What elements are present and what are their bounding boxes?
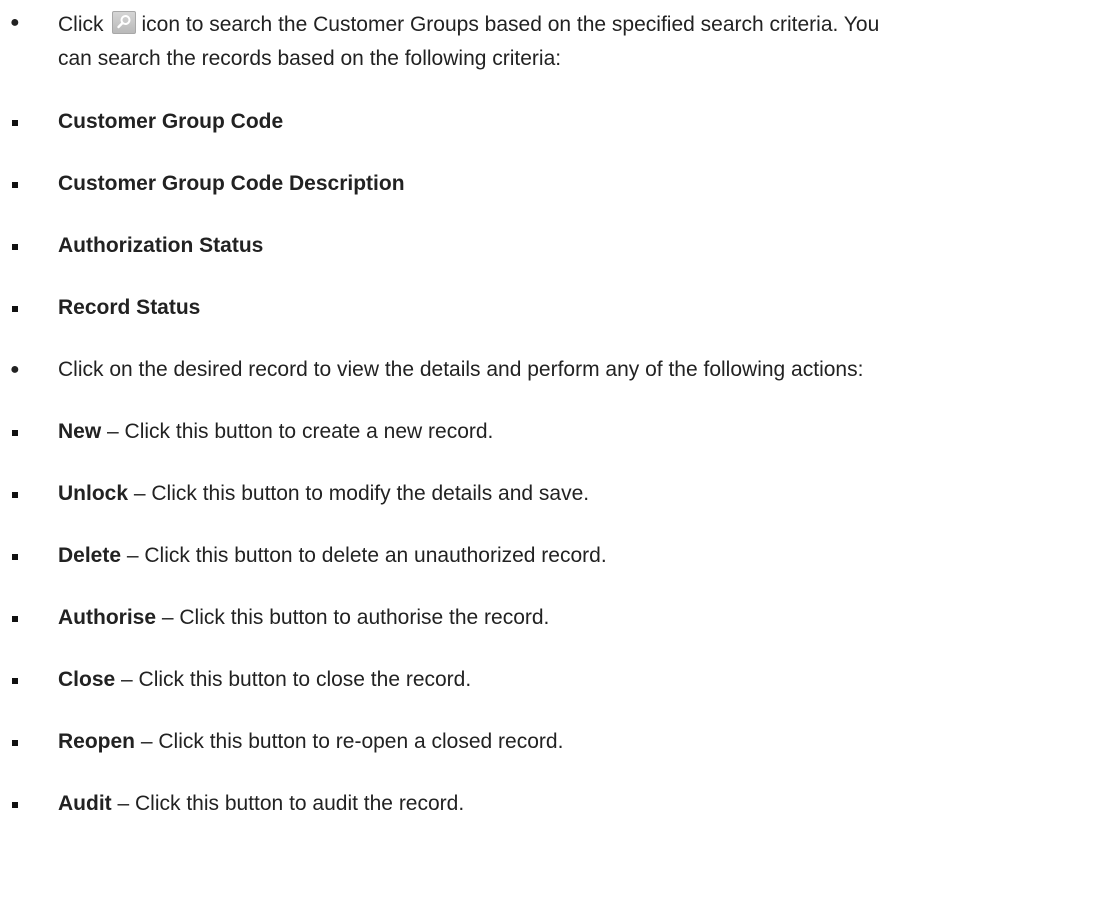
action-description: – Click this button to re-open a closed … [135,730,564,753]
criteria-label: Record Status [58,296,201,319]
intro-text-before-icon: Click [58,13,104,36]
action-description: – Click this button to create a new reco… [101,420,494,443]
bullet-square [12,244,18,250]
action-name: Delete [58,544,122,567]
bullet-dot: ● [10,361,20,378]
criteria-label: Customer Group Code [58,110,284,133]
action-description: – Click this button to modify the detail… [128,482,590,505]
action-description: – Click this button to close the record. [115,668,472,691]
intro-text-after-icon: icon to search the Customer Groups based… [141,13,880,36]
bullet-square [12,616,18,622]
action-name: Audit [58,792,112,815]
action-name: Reopen [58,730,136,753]
action-name: Authorise [58,606,157,629]
bullet-dot: ● [10,14,20,31]
search-icon [111,11,136,34]
criteria-label: Customer Group Code Description [58,172,405,195]
bullet-square [12,492,18,498]
action-description: – Click this button to authorise the rec… [156,606,550,629]
action-name: Unlock [58,482,129,505]
bullet-square [12,306,18,312]
bullet-square [12,554,18,560]
bullet-square [12,678,18,684]
criteria-label: Authorization Status [58,234,264,257]
action-description: – Click this button to audit the record. [111,792,465,815]
bullet-square [12,120,18,126]
bullet-square [12,182,18,188]
action-name: Close [58,668,116,691]
action-description: – Click this button to delete an unautho… [121,544,607,567]
bullet-square [12,740,18,746]
bullet-square [12,802,18,808]
bullet-square [12,430,18,436]
action-name: New [58,420,102,443]
